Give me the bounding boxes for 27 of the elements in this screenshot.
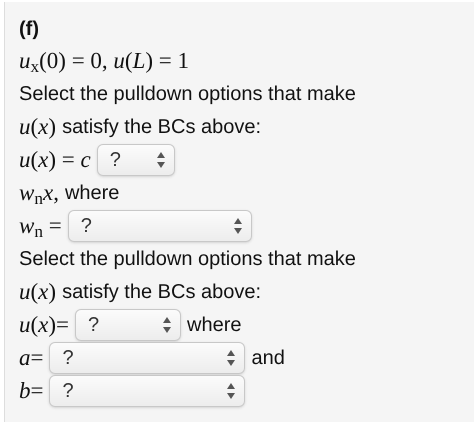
up-down-caret-icon bbox=[226, 348, 236, 366]
up-down-caret-icon bbox=[226, 382, 236, 400]
dropdown-select[interactable]: ? bbox=[75, 308, 182, 340]
instruction-text: where bbox=[187, 312, 242, 338]
math-expression: u(x) = c bbox=[19, 146, 91, 174]
instruction-text: Select the pulldown options that make bbox=[19, 246, 356, 272]
up-down-caret-icon bbox=[162, 316, 172, 334]
math-expression: b= bbox=[19, 376, 44, 404]
part-label: (f) bbox=[19, 17, 39, 42]
math-expression: u(x) bbox=[19, 112, 56, 141]
math-expression: w$_{n}$ = bbox=[19, 212, 62, 240]
math-expression: a= bbox=[19, 344, 44, 372]
math-expression: u(x) bbox=[19, 278, 56, 306]
dropdown-select[interactable]: ? bbox=[68, 210, 252, 242]
dropdown-select[interactable]: ? bbox=[49, 342, 246, 374]
dropdown-select[interactable]: ? bbox=[49, 374, 246, 406]
instruction-text: Select the pulldown options that make bbox=[19, 82, 356, 106]
up-down-caret-icon bbox=[156, 150, 166, 168]
instruction-text: satisfy the BCs above: bbox=[62, 280, 262, 304]
instruction-text: satisfy the BCs above: bbox=[62, 114, 262, 140]
math-expression: w$_{n}$x, bbox=[19, 178, 59, 208]
instruction-text: where bbox=[64, 180, 120, 206]
dropdown-select[interactable]: ? bbox=[96, 144, 175, 176]
math-expression: u$_{x}$(0) = 0, u(L) = 1 bbox=[19, 46, 190, 76]
instruction-text: and bbox=[251, 346, 285, 370]
up-down-caret-icon bbox=[232, 216, 243, 234]
math-expression: u(x)= bbox=[19, 310, 70, 339]
